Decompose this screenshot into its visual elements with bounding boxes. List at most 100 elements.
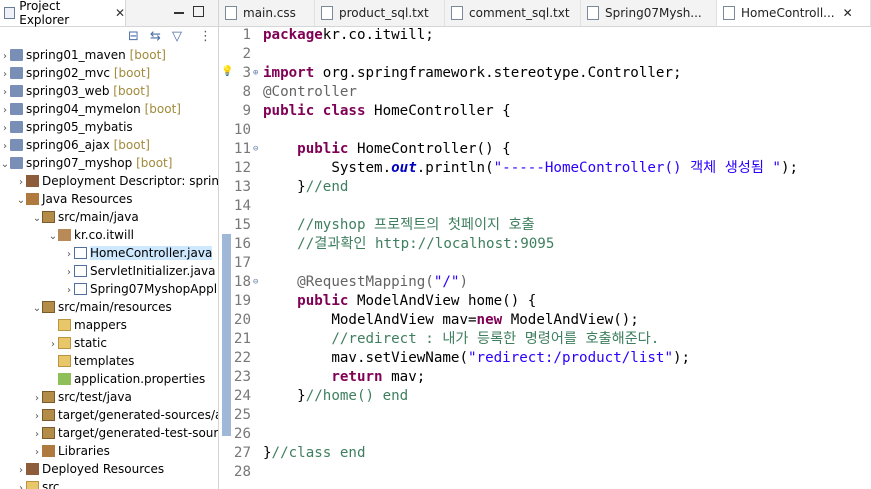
code-token: "-----HomeController() 객체 생성됨 " <box>493 160 781 176</box>
code-token: //redirect : 내가 등록한 명령어를 호출해준다. <box>263 331 660 347</box>
code-token: mav.setViewName( <box>263 350 468 366</box>
fold-icon[interactable]: ⊕ <box>253 64 258 83</box>
close-icon[interactable]: ✕ <box>115 6 125 20</box>
tree-item[interactable]: › src <box>0 478 60 489</box>
editor-tab-label: comment_sql.txt <box>469 6 570 20</box>
line-number: 19 <box>233 293 251 309</box>
editor-tab[interactable]: HomeControll... ✕ <box>717 0 871 26</box>
line-number: 14 <box>233 198 251 214</box>
line-number: 20 <box>233 312 251 328</box>
tree-item-label: src/main/java <box>58 210 139 224</box>
line-number: 17 <box>233 255 251 271</box>
tree-item[interactable]: › target/generated-sources/an <box>0 406 218 424</box>
boot-badge: [boot] <box>109 84 150 98</box>
tree-item[interactable]: application.properties <box>0 370 205 388</box>
fold-icon[interactable]: ⊖ <box>253 273 258 292</box>
line-number: 18 <box>233 274 251 290</box>
editor-tab[interactable]: main.css <box>219 0 315 26</box>
tree-item[interactable]: ⌄ spring07_myshop [boot] <box>0 154 173 172</box>
line-number: 13 <box>233 179 251 195</box>
tree-item[interactable]: templates <box>0 352 134 370</box>
code-token: } <box>263 179 306 195</box>
tree-item[interactable]: › spring06_ajax [boot] <box>0 136 150 154</box>
tree-item[interactable]: ⌄ Java Resources <box>0 190 133 208</box>
tree-item-label: ServletInitializer.java <box>90 264 216 278</box>
tree-item[interactable]: › target/generated-test-source <box>0 424 219 442</box>
code-text: //redirect : 내가 등록한 명령어를 호출해준다. <box>263 330 659 349</box>
line-number: 15 <box>233 217 251 233</box>
editor-tab[interactable]: comment_sql.txt <box>445 0 581 26</box>
src-icon <box>42 300 55 313</box>
collapse-all-icon[interactable]: ⊟ <box>128 29 139 44</box>
tree-item[interactable]: › spring03_web [boot] <box>0 82 150 100</box>
tree-item[interactable]: ⌄ kr.co.itwill <box>0 226 134 244</box>
code-text: }//end <box>263 178 348 197</box>
line-number: 11 <box>233 141 251 157</box>
tree-item[interactable]: › src/test/java <box>0 388 132 406</box>
code-text: //결과확인 http://localhost:9095 <box>263 235 554 254</box>
code-token: package <box>263 27 323 43</box>
tree-item-label: Libraries <box>58 444 110 458</box>
tree-item[interactable]: › HomeController.java <box>0 244 213 262</box>
props-icon <box>58 372 71 385</box>
link-editor-icon[interactable]: ⇆ <box>150 29 161 44</box>
code-token: public <box>297 141 349 157</box>
folder-icon <box>58 354 71 367</box>
file-icon <box>587 6 599 20</box>
tree-item-label: src <box>42 480 60 489</box>
view-menu-icon[interactable]: ⋮ <box>199 29 212 44</box>
boot-badge: [boot] <box>109 138 150 152</box>
tree-item[interactable]: › spring02_mvc [boot] <box>0 64 150 82</box>
file-icon <box>225 6 237 20</box>
code-token: //end <box>305 179 349 195</box>
tree-item-label: target/generated-test-source <box>58 426 219 440</box>
tab-project-explorer[interactable]: Project Explorer ✕ <box>0 0 126 27</box>
tree-item[interactable]: › Deployed Resources <box>0 460 164 478</box>
java-icon <box>74 264 87 277</box>
minimize-button[interactable] <box>174 12 184 14</box>
tree-item[interactable]: › spring05_mybatis <box>0 118 133 136</box>
code-text: @Controller <box>263 83 357 102</box>
project-icon <box>10 84 23 97</box>
tree-item-label: spring07_myshop <box>26 156 133 170</box>
editor-tab[interactable]: Spring07Mysh... <box>581 0 717 26</box>
tree-item[interactable]: ⌄ src/main/java <box>0 208 139 226</box>
code-text: public HomeController() { <box>263 140 511 159</box>
chevron-right-icon[interactable]: › <box>16 480 26 489</box>
lib-icon <box>42 444 55 457</box>
tree-item[interactable]: › Spring07MyshopAppli <box>0 280 218 298</box>
tree-item-label: HomeController.java <box>90 246 213 260</box>
filter-icon[interactable]: ▽ <box>172 29 182 44</box>
tree-item-label: spring04_mymelon <box>26 102 141 116</box>
tree-item[interactable]: › Deployment Descriptor: spring0 <box>0 172 218 190</box>
code-text: }//home() end <box>263 387 408 406</box>
boot-badge: [boot] <box>125 48 166 62</box>
editor-tab-label: HomeControll... <box>741 6 835 20</box>
editor-tab-label: Spring07Mysh... <box>605 6 702 20</box>
tree-item[interactable]: mappers <box>0 316 127 334</box>
code-token: import <box>263 65 315 81</box>
code-token: ); <box>780 160 799 176</box>
line-number: 3 <box>242 65 251 81</box>
fold-icon[interactable]: ⊖ <box>253 140 258 159</box>
explorer-tabbar: Project Explorer ✕ <box>0 0 218 27</box>
line-number: 23 <box>233 369 251 385</box>
tree-item[interactable]: › static <box>0 334 107 352</box>
tree-item[interactable]: ⌄ src/main/resources <box>0 298 172 316</box>
tree-item[interactable]: › Libraries <box>0 442 110 460</box>
maximize-button[interactable] <box>193 6 204 17</box>
tree-item[interactable]: › ServletInitializer.java <box>0 262 215 280</box>
line-number: 12 <box>233 160 251 176</box>
line-number: 26 <box>233 426 251 442</box>
code-token: } <box>263 445 272 461</box>
code-token: ); <box>673 350 691 366</box>
close-icon[interactable]: ✕ <box>843 6 853 20</box>
tree-item[interactable]: › spring04_mymelon [boot] <box>0 100 181 118</box>
code-token: "redirect:/product/list" <box>468 350 673 366</box>
tree-item[interactable]: › spring01_maven [boot] <box>0 46 166 64</box>
editor-tab[interactable]: product_sql.txt <box>315 0 445 26</box>
line-number: 9 <box>242 103 251 119</box>
code-token: return <box>331 369 383 385</box>
